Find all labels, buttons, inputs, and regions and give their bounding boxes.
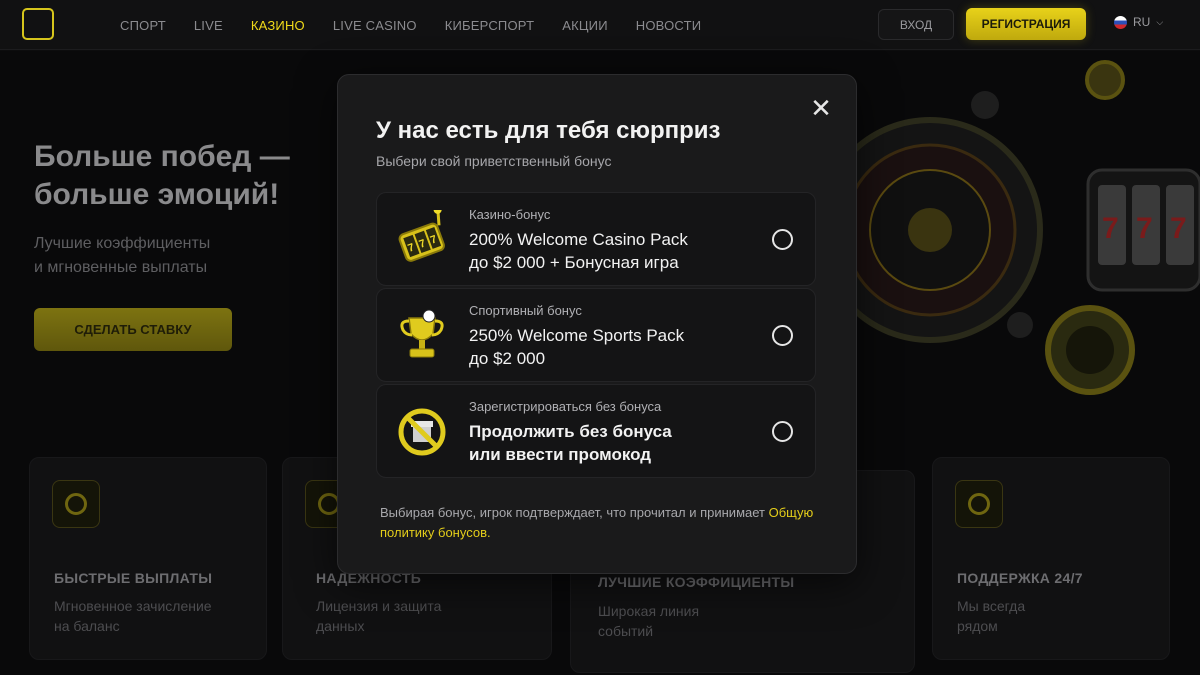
support-headset-icon (955, 480, 1003, 528)
option-title: Продолжить без бонуса или ввести промоко… (469, 422, 672, 464)
option-category: Казино-бонус (469, 207, 551, 222)
feature-card-support: ПОДДЕРЖКА 24/7 Мы всегда рядом (932, 457, 1170, 660)
login-button[interactable]: ВХОД (878, 9, 954, 40)
nav-item-promotions[interactable]: АКЦИИ (562, 18, 608, 33)
bonus-option-no-bonus[interactable]: Зарегистрироваться без бонуса Продолжить… (376, 384, 816, 478)
bonus-terms-note: Выбирая бонус, игрок подтверждает, что п… (380, 505, 814, 540)
bonus-option-casino[interactable]: 7 7 7 Казино-бонус 200% Welcome Casino P… (376, 192, 816, 286)
nav-item-live-casino[interactable]: LIVE CASINO (333, 18, 417, 33)
option-radio[interactable] (772, 421, 793, 442)
nav-item-live[interactable]: LIVE (194, 18, 223, 33)
option-category: Спортивный бонус (469, 303, 582, 318)
hero-title: Больше побед — больше эмоций! (34, 140, 290, 211)
modal-title: У нас есть для тебя сюрприз (376, 117, 721, 144)
trophy-icon (400, 309, 444, 358)
svg-text:7: 7 (1170, 212, 1187, 245)
russian-flag-icon (1114, 15, 1127, 29)
feature-card-fast-payouts: БЫСТРЫЕ ВЫПЛАТЫ Мгновенное зачисление на … (29, 457, 267, 660)
nav-item-news[interactable]: НОВОСТИ (636, 18, 702, 33)
chevron-down-icon: ⌵ (1156, 16, 1164, 27)
nav-item-casino[interactable]: КАЗИНО (251, 18, 305, 33)
language-selector[interactable]: RU ⌵ (1114, 15, 1163, 29)
modal-subtitle: Выбери свой приветственный бонус (376, 153, 612, 169)
bonus-option-sports[interactable]: Спортивный бонус 250% Welcome Sports Pac… (376, 288, 816, 382)
option-title: 200% Welcome Casino Pack до $2 000 + Бон… (469, 230, 688, 272)
nav-item-esports[interactable]: КИБЕРСПОРТ (445, 18, 535, 33)
close-icon[interactable]: ✕ (806, 93, 836, 123)
svg-text:7: 7 (1136, 212, 1153, 245)
roulette-slot-artwork: 7 7 7 (840, 60, 1200, 395)
no-gift-icon (398, 408, 446, 456)
option-radio[interactable] (772, 325, 793, 346)
welcome-bonus-modal: ✕ У нас есть для тебя сюрприз Выбери сво… (337, 74, 857, 574)
nav-item-sport[interactable]: СПОРТ (120, 18, 166, 33)
option-radio[interactable] (772, 229, 793, 250)
site-logo[interactable] (22, 8, 54, 40)
main-nav: СПОРТ LIVE КАЗИНО LIVE CASINO КИБЕРСПОРТ… (120, 0, 729, 50)
option-title: 250% Welcome Sports Pack до $2 000 (469, 326, 685, 368)
slot-machine-icon: 7 7 7 (398, 210, 445, 262)
fast-payout-icon (52, 480, 100, 528)
hero-subtitle: Лучшие коэффициенты и мгновенные выплаты (34, 235, 211, 276)
option-category: Зарегистрироваться без бонуса (469, 399, 662, 414)
language-code: RU (1133, 15, 1151, 29)
register-button[interactable]: РЕГИСТРАЦИЯ (966, 8, 1086, 40)
top-header: СПОРТ LIVE КАЗИНО LIVE CASINO КИБЕРСПОРТ… (0, 0, 1200, 50)
svg-text:7: 7 (1102, 212, 1119, 245)
place-bet-button[interactable]: СДЕЛАТЬ СТАВКУ (34, 308, 232, 351)
